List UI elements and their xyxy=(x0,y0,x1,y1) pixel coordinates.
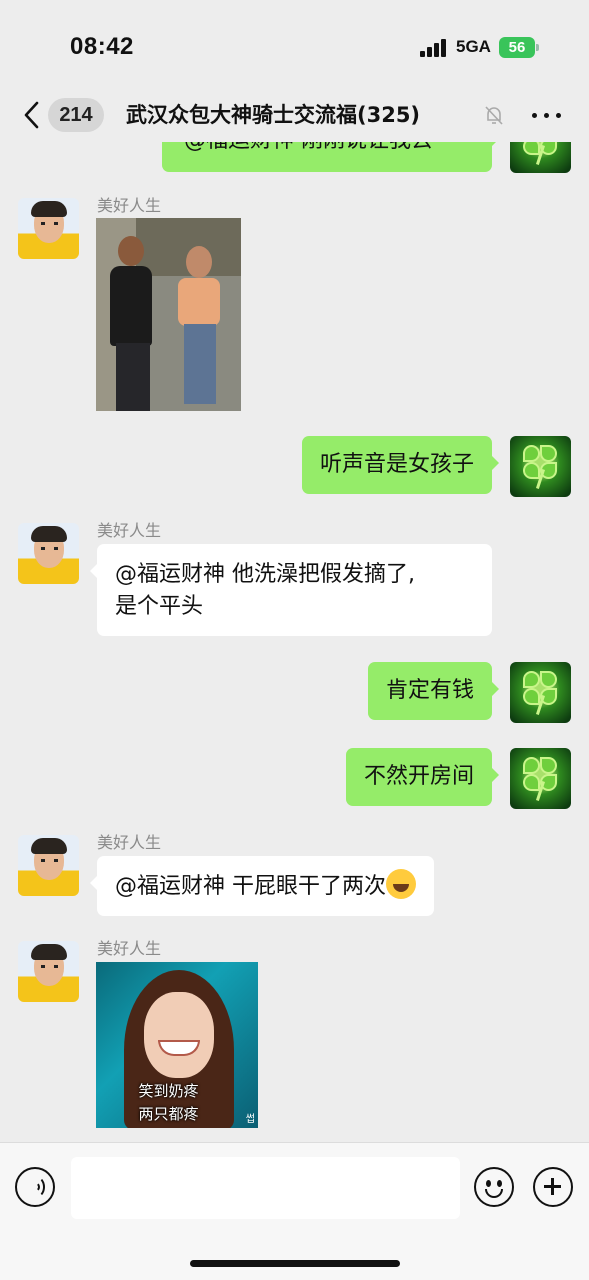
sticker-caption: 笑到奶疼 xyxy=(138,1082,199,1100)
chat-header: 214 武汉众包大神骑士交流福(325) xyxy=(0,90,589,142)
unread-count-badge[interactable]: 214 xyxy=(48,98,104,132)
sender-name: 美好人生 xyxy=(97,939,162,958)
status-bar: 08:42 5GA 56 xyxy=(0,0,589,90)
message-text: 听声音是女孩子 xyxy=(319,452,474,477)
my-message-bubble[interactable]: 听声音是女孩子 xyxy=(301,436,500,494)
sender-avatar[interactable] xyxy=(18,835,79,896)
clock: 08:42 xyxy=(70,33,134,60)
other-message-bubble[interactable]: @福运财神 他洗澡把假发摘了, 是个平头 xyxy=(90,544,492,636)
my-message-bubble[interactable]: 不然开房间 xyxy=(345,748,500,806)
emoji-icon[interactable] xyxy=(474,1167,514,1207)
sender-avatar[interactable] xyxy=(18,941,79,1002)
back-chevron-icon[interactable] xyxy=(20,100,44,130)
laughing-crying-emoji-icon xyxy=(386,869,416,899)
my-message-bubble[interactable]: 肯定有钱 xyxy=(367,662,500,720)
sticker-watermark: 썹 xyxy=(245,1114,255,1125)
network-type: 5GA xyxy=(456,37,491,56)
sender-name: 美好人生 xyxy=(97,196,162,215)
chat-title: 武汉众包大神骑士交流福(325) xyxy=(126,103,421,127)
my-avatar[interactable] xyxy=(510,662,571,723)
home-indicator xyxy=(190,1260,400,1267)
other-message-bubble[interactable]: @福运财神 干屁眼干了两次 xyxy=(90,856,434,916)
chat-message-list[interactable]: @福运财神 刚刚说让我去 美好人生 听声音是女孩子 美好人生 @福运财神 他洗澡… xyxy=(0,0,589,1142)
voice-input-icon[interactable] xyxy=(15,1167,55,1207)
sender-name: 美好人生 xyxy=(97,521,162,540)
my-avatar[interactable] xyxy=(510,748,571,809)
more-functions-plus-icon[interactable] xyxy=(533,1167,573,1207)
battery-icon: 56 xyxy=(499,37,539,58)
message-text: @福运财神 干屁眼干了两次 xyxy=(115,874,386,899)
message-text: 不然开房间 xyxy=(363,764,474,789)
my-avatar[interactable] xyxy=(510,436,571,497)
sticker-caption: 两只都疼 xyxy=(138,1105,199,1123)
more-options-icon[interactable] xyxy=(530,104,564,126)
message-input-bar xyxy=(0,1142,589,1280)
cellular-signal-icon xyxy=(420,39,450,57)
sticker-message[interactable]: 笑到奶疼 两只都疼 썹 xyxy=(96,962,258,1128)
sender-avatar[interactable] xyxy=(18,198,79,259)
image-message[interactable] xyxy=(96,218,241,411)
sender-avatar[interactable] xyxy=(18,523,79,584)
sender-name: 美好人生 xyxy=(97,833,162,852)
message-text: 肯定有钱 xyxy=(385,678,474,703)
battery-level: 56 xyxy=(499,37,535,58)
message-text-line: 是个平头 xyxy=(115,594,204,619)
message-input[interactable] xyxy=(71,1157,460,1219)
message-text-line: @福运财神 他洗澡把假发摘了, xyxy=(115,562,415,587)
mute-bell-icon xyxy=(485,106,503,125)
